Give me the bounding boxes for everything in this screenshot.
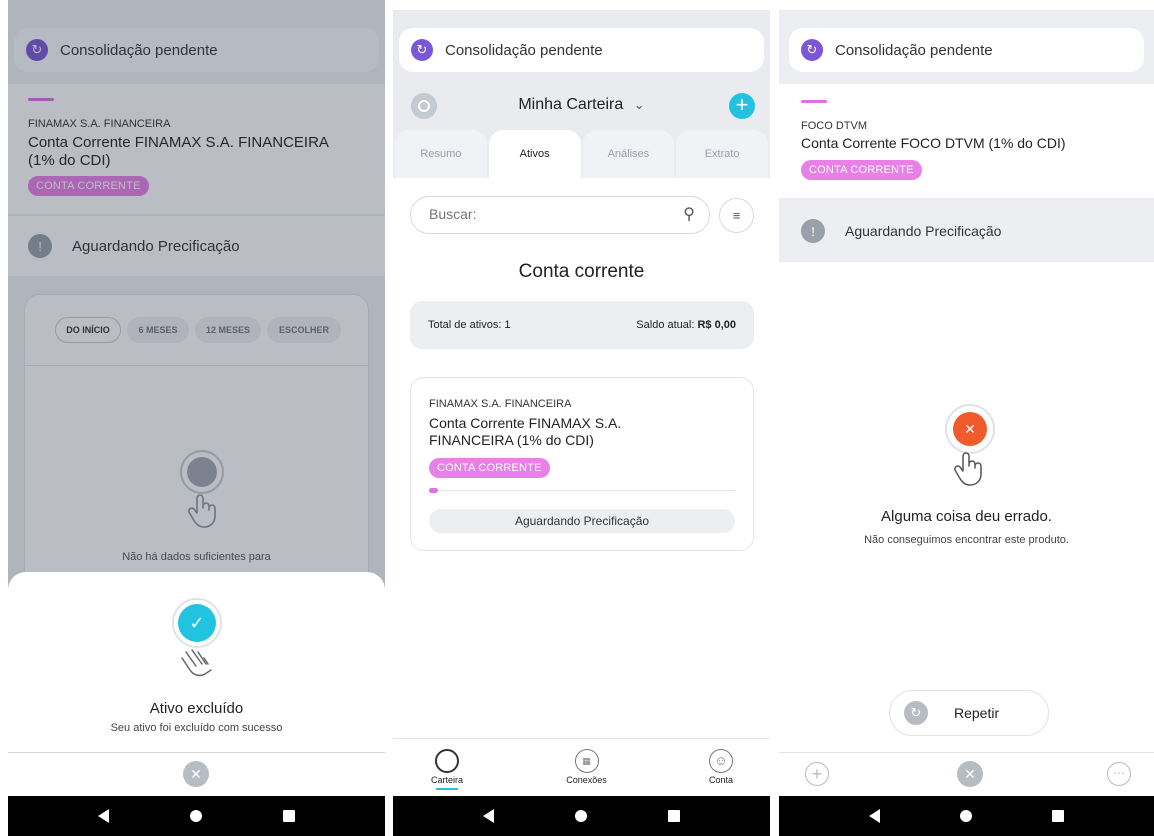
sheet-title: Ativo excluído	[149, 700, 244, 717]
user-icon: ☺	[709, 749, 733, 773]
sheet-subtitle: Seu ativo foi excluído com sucesso	[110, 722, 283, 734]
close-icon[interactable]: ✕	[183, 761, 209, 787]
nav-carteira[interactable]: Carteira	[417, 739, 477, 796]
sync-icon: ↻	[411, 39, 433, 61]
error-icon: ✕	[945, 404, 995, 454]
home-icon[interactable]	[960, 810, 972, 822]
status-row: ! Aguardando Precificação	[779, 200, 1154, 262]
close-bar: ✕	[8, 753, 385, 796]
asset-header: FOCO DTVM Conta Corrente FOCO DTVM (1% d…	[779, 84, 1154, 198]
tab-extrato[interactable]: Extrato	[676, 130, 768, 178]
tab-bar: Resumo Ativos Análises Extrato	[393, 130, 770, 178]
add-icon[interactable]: +	[729, 93, 755, 119]
status-label: Aguardando Precificação	[845, 223, 1002, 239]
tab-ativos[interactable]: Ativos	[488, 130, 581, 178]
balance-value: R$ 0,00	[697, 319, 736, 331]
recents-icon[interactable]	[282, 810, 295, 822]
wallet-title: Minha Carteira	[518, 96, 624, 113]
balance-row: Saldo atual: R$ 0,00	[636, 319, 736, 331]
search-field[interactable]: ⚲	[410, 196, 710, 234]
back-icon[interactable]	[869, 809, 880, 823]
home-icon[interactable]	[189, 810, 202, 822]
android-nav-bar	[393, 796, 770, 836]
retry-button[interactable]: ↻ Repetir	[889, 690, 1049, 736]
sync-icon: ↻	[801, 39, 823, 61]
home-icon[interactable]	[574, 810, 587, 822]
android-nav-bar	[779, 796, 1154, 836]
card-tag: CONTA CORRENTE	[429, 458, 550, 478]
pending-consolidation-label: Consolidação pendente	[835, 41, 993, 59]
recents-icon[interactable]	[667, 810, 680, 822]
card-title: Conta Corrente FINAMAX S.A. FINANCEIRA (…	[429, 415, 622, 448]
nav-conexoes-label: Conexões	[566, 775, 607, 785]
card-institution: FINAMAX S.A. FINANCEIRA	[429, 398, 572, 410]
screen-wallet-assets: ↻ Consolidação pendente Minha Carteira ⌄…	[393, 0, 770, 836]
institution-name: FOCO DTVM	[801, 120, 867, 132]
pending-consolidation-banner[interactable]: ↻ Consolidação pendente	[399, 28, 764, 72]
section-title: Conta corrente	[518, 261, 645, 282]
more-options-icon[interactable]: ⋯	[1107, 762, 1131, 786]
wallet-icon	[435, 749, 459, 773]
connections-icon: ▦	[574, 749, 599, 773]
balance-label: Saldo atual:	[636, 319, 695, 331]
nav-carteira-label: Carteira	[430, 775, 463, 785]
success-sheet: ✓ Ativo excluído Seu ativo foi excluído …	[8, 572, 385, 760]
error-subtitle: Não conseguimos encontrar este produto.	[864, 534, 1069, 546]
back-icon[interactable]	[98, 809, 110, 823]
info-icon: !	[801, 219, 825, 243]
action-bar: + ✕ ⋯	[779, 753, 1154, 796]
bottom-nav: Carteira ▦ Conexões ☺ Conta	[393, 739, 770, 796]
screen-asset-deleted: ↻ Consolidação pendente FINAMAX S.A. FIN…	[8, 0, 385, 836]
android-nav-bar	[8, 796, 385, 836]
search-icon[interactable]: ⚲	[683, 204, 695, 224]
search-input[interactable]	[429, 206, 659, 222]
asset-card[interactable]: FINAMAX S.A. FINANCEIRA Conta Corrente F…	[410, 377, 754, 551]
filter-list-icon[interactable]: ≡	[719, 198, 754, 233]
hand-icon	[954, 452, 982, 486]
recents-icon[interactable]	[1052, 810, 1064, 822]
card-progress-track	[429, 490, 735, 491]
status-button[interactable]: Aguardando Precificação	[429, 509, 735, 533]
account-title: Conta Corrente FOCO DTVM (1% do CDI)	[801, 135, 1066, 151]
back-icon[interactable]	[483, 809, 495, 823]
asset-color-bar	[801, 100, 827, 103]
nav-conexoes[interactable]: ▦ Conexões	[552, 739, 622, 796]
card-progress-fill	[429, 488, 438, 493]
tab-analises[interactable]: Análises	[582, 130, 675, 178]
summary-box: Total de ativos: 1 Saldo atual: R$ 0,00	[410, 301, 754, 349]
chevron-down-icon: ⌄	[633, 97, 645, 112]
nav-conta-label: Conta	[708, 775, 734, 785]
clapping-hands-icon	[181, 649, 212, 677]
wallet-selector[interactable]: Minha Carteira ⌄	[393, 96, 770, 114]
pending-consolidation-banner[interactable]: ↻ Consolidação pendente	[789, 28, 1144, 72]
add-icon[interactable]: +	[805, 762, 829, 786]
close-icon[interactable]: ✕	[957, 761, 983, 787]
account-type-tag: CONTA CORRENTE	[801, 160, 922, 180]
error-title: Alguma coisa deu errado.	[881, 508, 1052, 525]
retry-icon: ↻	[904, 701, 928, 725]
retry-label: Repetir	[954, 705, 1000, 721]
pending-consolidation-label: Consolidação pendente	[445, 41, 603, 59]
nav-conta[interactable]: ☺ Conta	[696, 739, 746, 796]
screen-error: ↻ Consolidação pendente FOCO DTVM Conta …	[779, 0, 1154, 836]
total-assets-label: Total de ativos: 1	[428, 319, 511, 331]
check-icon: ✓	[172, 598, 222, 648]
tab-resumo[interactable]: Resumo	[395, 130, 487, 178]
